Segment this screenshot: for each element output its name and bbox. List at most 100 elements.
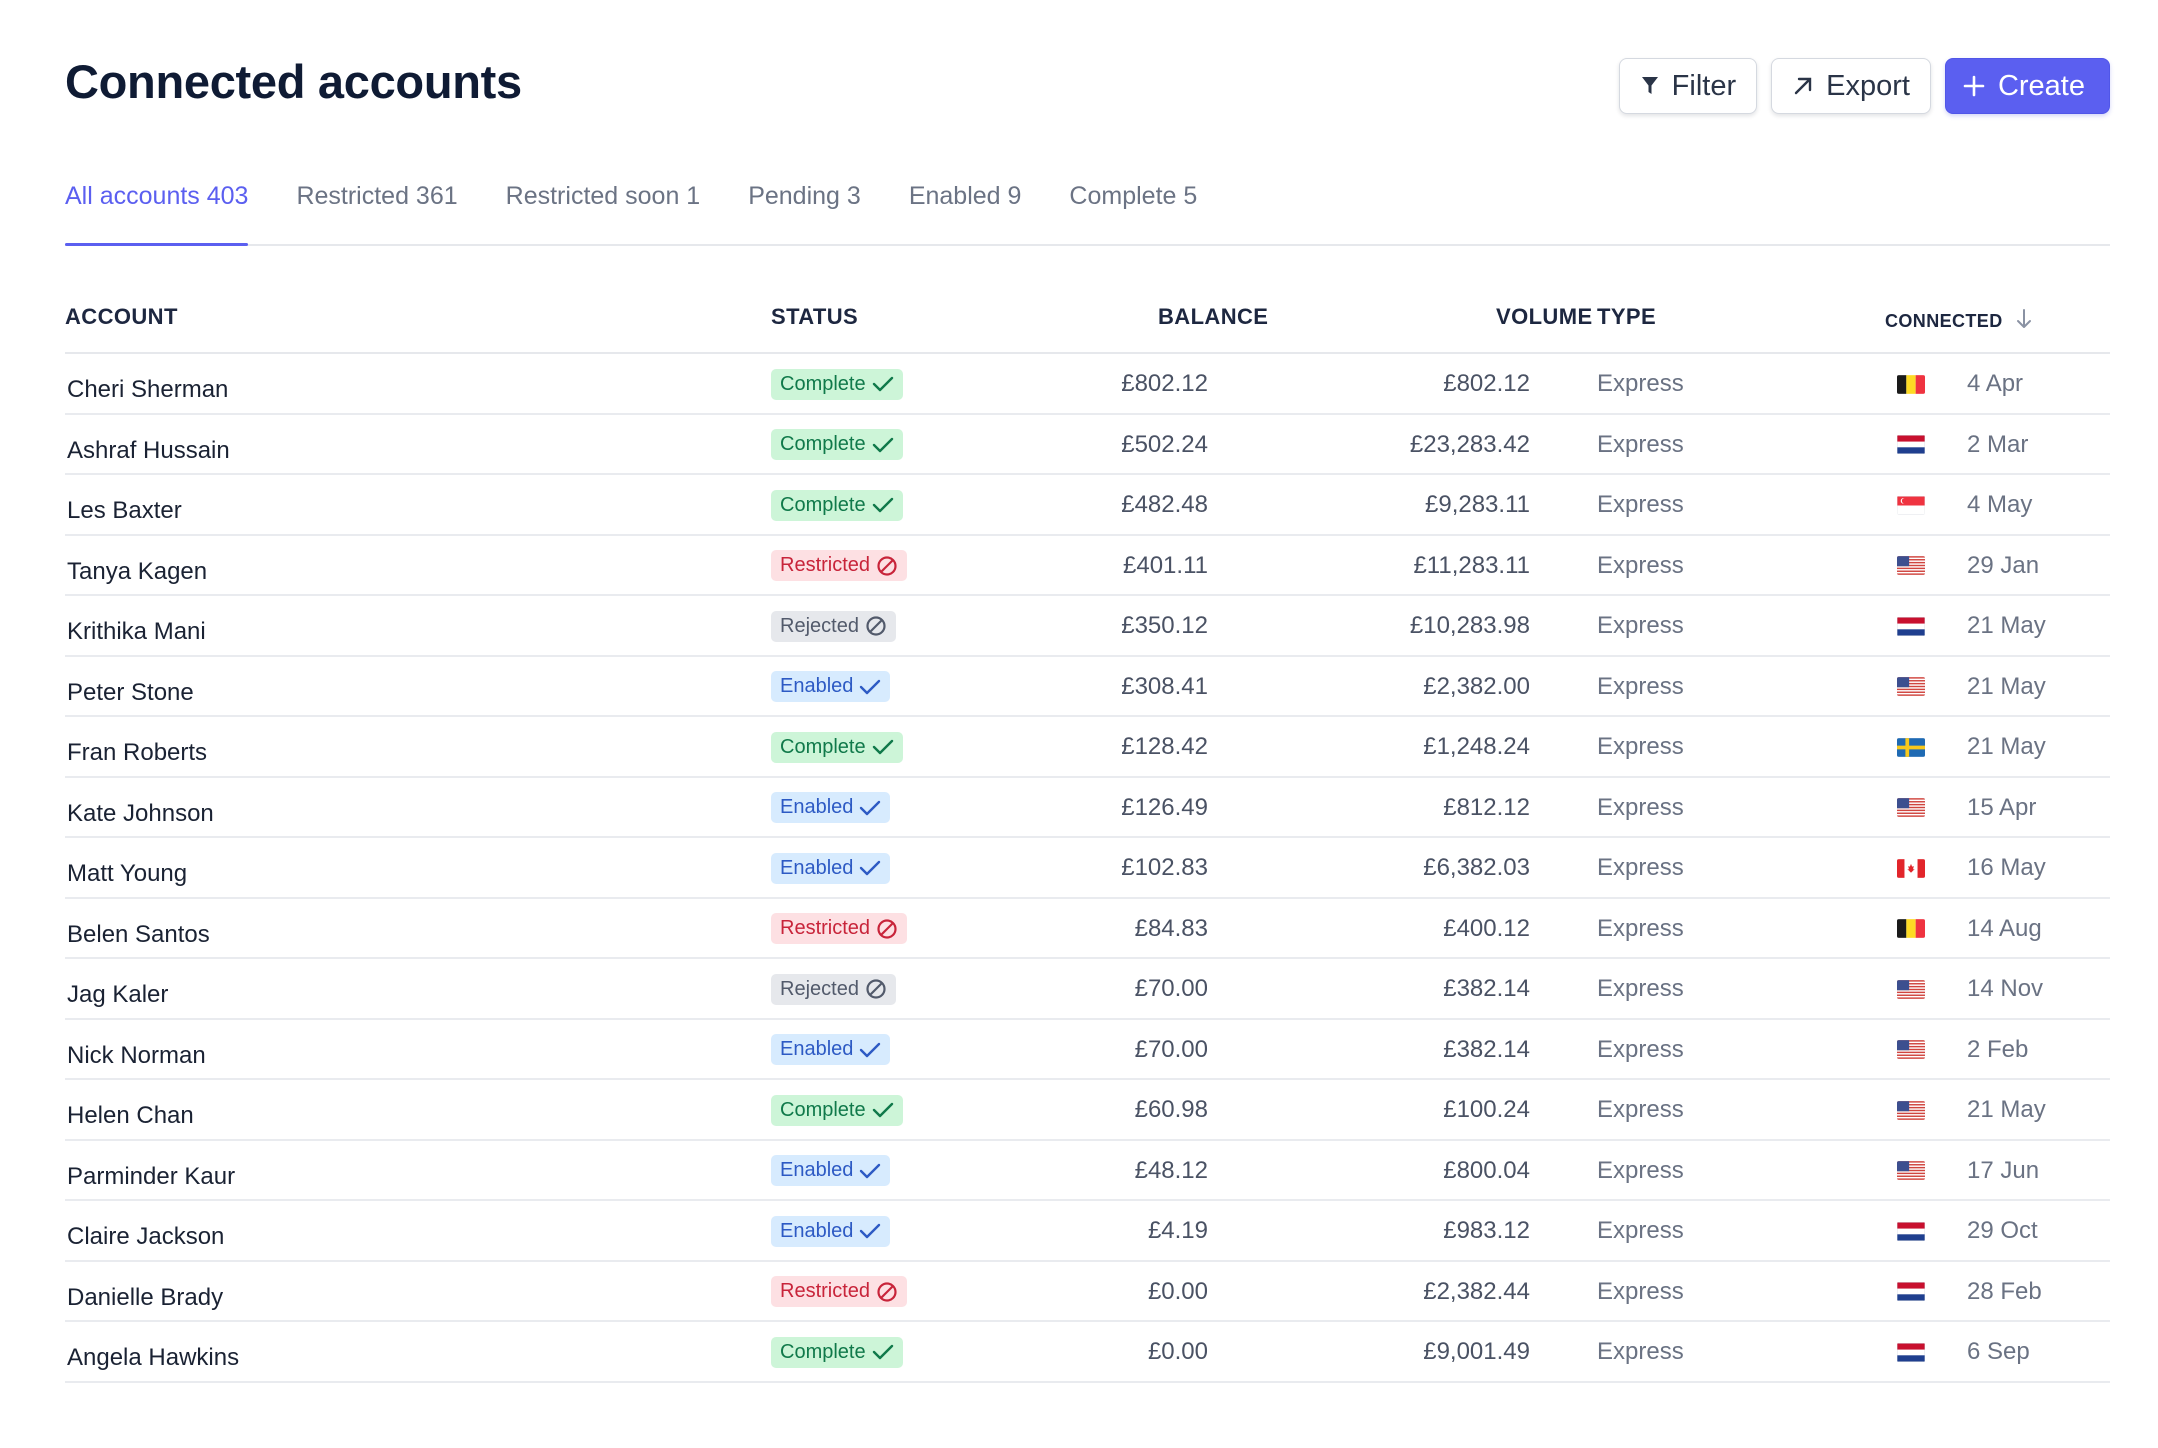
volume-value: £382.14: [1443, 975, 1530, 1002]
tab-0[interactable]: All accounts 403: [65, 178, 249, 246]
country-flag-icon: [1897, 1262, 1925, 1322]
status-badge: Enabled: [771, 1034, 891, 1065]
account-name[interactable]: Jag Kaler: [67, 959, 168, 1025]
account-name[interactable]: Les Baxter: [67, 475, 182, 541]
balance-value: £102.83: [1121, 854, 1208, 881]
account-type: Express: [1597, 1096, 1684, 1123]
account-name[interactable]: Krithika Mani: [67, 596, 206, 662]
status-badge-label: Restricted: [780, 554, 871, 576]
table-row[interactable]: Krithika Mani Rejected £350.12 £10,283.98 Ex…: [65, 596, 2110, 657]
column-header-connected[interactable]: CONNECTED: [1885, 308, 2033, 335]
table-row[interactable]: Matt Young Enabled £102.83 £6,382.03 Express…: [65, 838, 2110, 899]
table-row[interactable]: Parminder Kaur Enabled £48.12 £800.04 Expres…: [65, 1141, 2110, 1201]
connected-date: 2 Mar: [1967, 430, 2029, 458]
column-header-account[interactable]: ACCOUNT: [65, 304, 178, 330]
export-button[interactable]: Export: [1771, 58, 1931, 114]
table-row[interactable]: Kate Johnson Enabled £126.49 £812.12 Express…: [65, 778, 2110, 838]
account-name[interactable]: Belen Santos: [67, 899, 210, 965]
volume-value: £2,382.00: [1423, 672, 1530, 700]
balance-value: £502.24: [1121, 430, 1208, 458]
arrow-down-icon: [2015, 308, 2033, 335]
volume-value: £382.14: [1443, 1035, 1530, 1063]
create-button-label: Create: [1997, 69, 2085, 102]
account-type: Express: [1597, 1156, 1684, 1184]
table-row[interactable]: Peter Stone Enabled £308.41 £2,382.00 Expres…: [65, 657, 2110, 717]
account-type: Express: [1597, 370, 1684, 397]
status-cell: Enabled: [771, 1020, 891, 1080]
account-type: Express: [1597, 430, 1684, 458]
tab-5[interactable]: Complete 5: [1069, 178, 1197, 244]
account-name[interactable]: Danielle Brady: [67, 1262, 223, 1328]
blocked-icon: [876, 918, 898, 940]
account-name[interactable]: Nick Norman: [67, 1020, 206, 1086]
checkmark-icon: [859, 1222, 881, 1240]
column-header-balance[interactable]: BALANCE: [1158, 304, 1268, 330]
volume-value: £1,248.24: [1423, 733, 1530, 760]
country-flag-icon: [1897, 475, 1925, 535]
country-flag-icon: [1897, 778, 1925, 838]
account-name[interactable]: Kate Johnson: [67, 778, 214, 844]
table-row[interactable]: Les Baxter Complete £482.48 £9,283.11 Expres…: [65, 475, 2110, 536]
table-row[interactable]: Claire Jackson Enabled £4.19 £983.12 Express…: [65, 1201, 2110, 1262]
account-name[interactable]: Claire Jackson: [67, 1201, 224, 1267]
arrow-up-right-icon: [1792, 75, 1814, 97]
table-row[interactable]: Fran Roberts Complete £128.42 £1,248.24 Expr…: [65, 717, 2110, 778]
tab-3[interactable]: Pending 3: [748, 178, 861, 244]
page-header: Connected accounts Filter Export Create: [65, 50, 2110, 140]
connected-date: 21 May: [1967, 672, 2046, 700]
status-badge-label: Restricted: [780, 917, 871, 939]
balance-value: £0.00: [1147, 1277, 1208, 1305]
account-name[interactable]: Cheri Sherman: [67, 354, 228, 420]
blocked-icon: [865, 615, 887, 637]
tab-1[interactable]: Restricted 361: [296, 178, 457, 244]
filter-button[interactable]: Filter: [1618, 58, 1758, 114]
table-row[interactable]: Angela Hawkins Complete £0.00 £9,001.49 Expr…: [65, 1322, 2110, 1383]
balance-value: £128.42: [1121, 733, 1208, 760]
account-name[interactable]: Matt Young: [67, 838, 187, 904]
account-type: Express: [1597, 733, 1684, 760]
table-row[interactable]: Belen Santos Restricted £84.83 £400.12 Expre…: [65, 899, 2110, 959]
table-row[interactable]: Jag Kaler Rejected £70.00 £382.14 Express 14 …: [65, 959, 2110, 1020]
column-header-status[interactable]: STATUS: [771, 304, 858, 330]
connected-date: 29 Oct: [1967, 1217, 2038, 1244]
balance-value: £802.12: [1121, 370, 1208, 397]
status-badge: Complete: [771, 489, 903, 521]
account-name[interactable]: Angela Hawkins: [67, 1322, 239, 1388]
account-type: Express: [1597, 1277, 1684, 1305]
tab-2[interactable]: Restricted soon 1: [506, 178, 701, 244]
status-badge-label: Rejected: [780, 614, 859, 637]
account-filter-tabs: All accounts 403 Restricted 361 Restricted…: [65, 178, 2110, 246]
table-row[interactable]: Helen Chan Complete £60.98 £100.24 Express 21…: [65, 1080, 2110, 1141]
account-type: Express: [1597, 551, 1684, 579]
status-badge-label: Complete: [780, 372, 866, 395]
status-badge-label: Complete: [780, 433, 866, 455]
column-header-type[interactable]: TYPE: [1597, 304, 1656, 330]
status-cell: Enabled: [771, 1141, 891, 1201]
status-cell: Enabled: [771, 1201, 891, 1261]
status-badge-label: Enabled: [780, 1159, 854, 1181]
table-row[interactable]: Ashraf Hussain Complete £502.24 £23,283.42 E…: [65, 415, 2110, 475]
account-name[interactable]: Parminder Kaur: [67, 1141, 235, 1207]
account-type: Express: [1597, 914, 1684, 942]
status-badge: Enabled: [771, 1215, 891, 1247]
connected-accounts-page: Connected accounts Filter Export Create: [65, 50, 2110, 1383]
account-name[interactable]: Tanya Kagen: [67, 536, 207, 602]
table-row[interactable]: Tanya Kagen Restricted £401.11 £11,283.11 Ex…: [65, 536, 2110, 596]
status-cell: Complete: [771, 717, 903, 777]
create-button[interactable]: Create: [1944, 58, 2110, 114]
blocked-icon: [865, 978, 887, 1000]
volume-value: £23,283.42: [1409, 430, 1530, 458]
table-row[interactable]: Danielle Brady Restricted £0.00 £2,382.44 Ex…: [65, 1262, 2110, 1322]
column-header-volume[interactable]: VOLUME: [1496, 304, 1593, 330]
tab-4[interactable]: Enabled 9: [909, 178, 1022, 244]
export-button-label: Export: [1826, 69, 1910, 102]
volume-value: £400.12: [1443, 914, 1530, 942]
account-name[interactable]: Ashraf Hussain: [67, 415, 230, 481]
connected-date: 21 May: [1967, 1096, 2046, 1123]
account-name[interactable]: Fran Roberts: [67, 717, 207, 783]
account-name[interactable]: Helen Chan: [67, 1080, 194, 1146]
account-name[interactable]: Peter Stone: [67, 657, 194, 723]
table-row[interactable]: Nick Norman Enabled £70.00 £382.14 Express 2 …: [65, 1020, 2110, 1080]
table-row[interactable]: Cheri Sherman Complete £802.12 £802.12 Expre…: [65, 354, 2110, 415]
blocked-icon: [876, 555, 898, 577]
